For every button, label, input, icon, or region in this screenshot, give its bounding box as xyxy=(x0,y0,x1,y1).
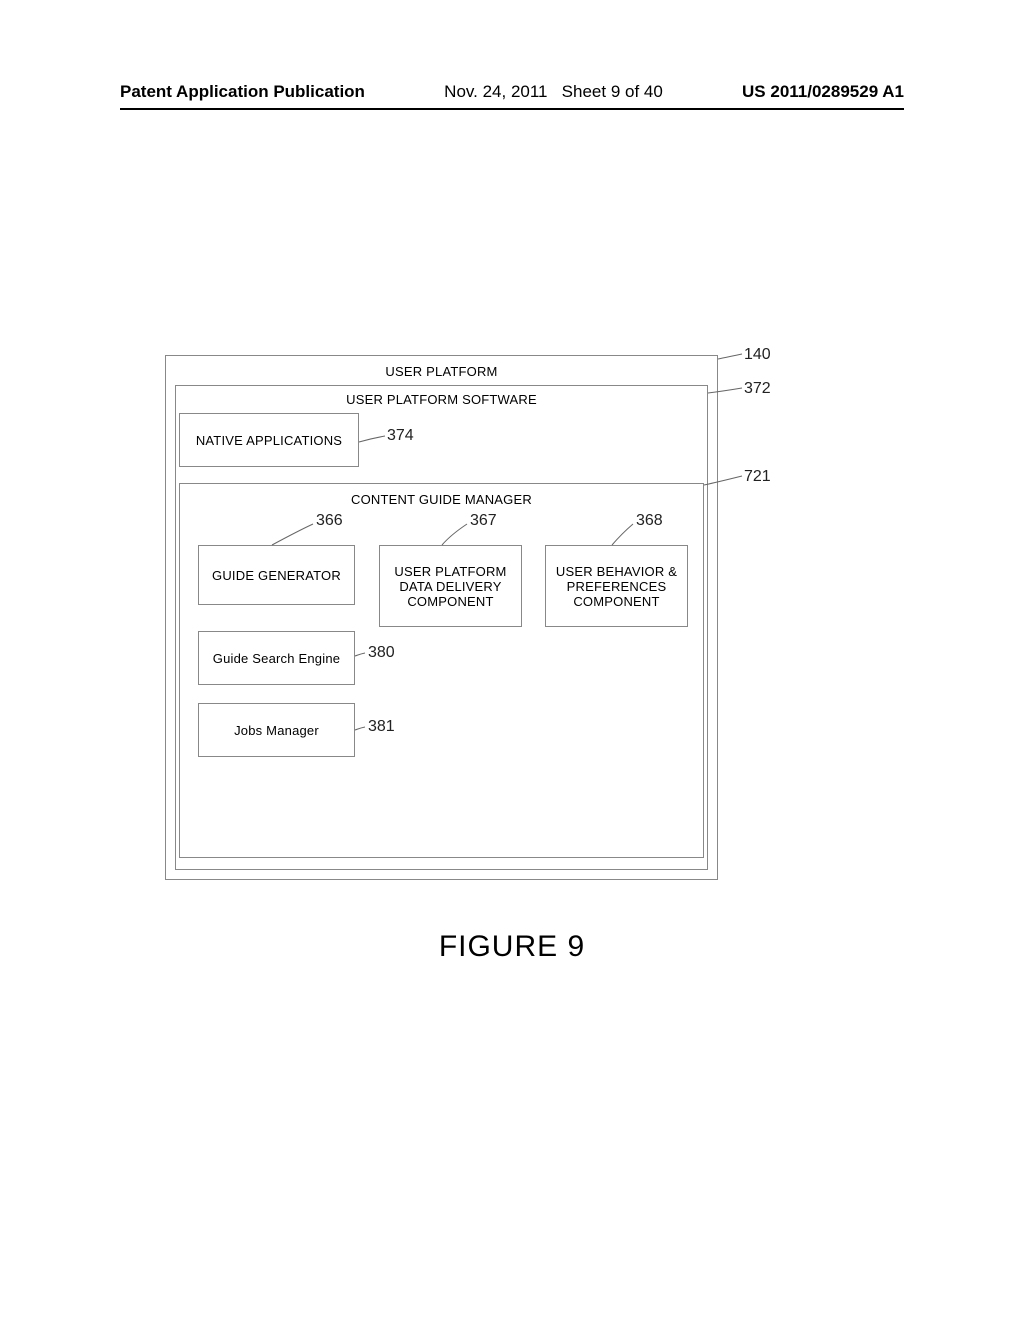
header-rule xyxy=(120,108,904,110)
box-user-platform-software-label: USER PLATFORM SOFTWARE xyxy=(176,386,707,407)
box-guide-generator: GUIDE GENERATOR xyxy=(198,545,355,605)
diagram: USER PLATFORM USER PLATFORM SOFTWARE NAT… xyxy=(165,355,718,880)
box-jobs-manager: Jobs Manager xyxy=(198,703,355,757)
header-publication-type: Patent Application Publication xyxy=(120,82,365,102)
box-user-behavior-preferences: USER BEHAVIOR & PREFERENCES COMPONENT xyxy=(545,545,688,627)
patent-page: Patent Application Publication Nov. 24, … xyxy=(0,0,1024,1320)
header-date: Nov. 24, 2011 xyxy=(444,82,547,101)
header-pub-number: US 2011/0289529 A1 xyxy=(742,82,904,102)
box-user-behavior-preferences-label: USER BEHAVIOR & PREFERENCES COMPONENT xyxy=(552,564,681,609)
ref-372: 372 xyxy=(744,380,771,398)
box-user-platform-label: USER PLATFORM xyxy=(166,356,717,379)
ref-721: 721 xyxy=(744,468,771,486)
header-sheet: Sheet 9 of 40 xyxy=(562,82,663,101)
box-native-applications-label: NATIVE APPLICATIONS xyxy=(196,433,342,448)
header-date-sheet: Nov. 24, 2011 Sheet 9 of 40 xyxy=(444,82,663,102)
figure-caption: FIGURE 9 xyxy=(0,930,1024,964)
ref-380: 380 xyxy=(368,644,395,662)
ref-381: 381 xyxy=(368,718,395,736)
ref-374: 374 xyxy=(387,427,414,445)
box-jobs-manager-label: Jobs Manager xyxy=(234,723,319,738)
ref-140: 140 xyxy=(744,346,771,364)
box-content-guide-manager-label: CONTENT GUIDE MANAGER xyxy=(180,484,703,507)
ref-368: 368 xyxy=(636,512,663,530)
ref-367: 367 xyxy=(470,512,497,530)
box-data-delivery-component: USER PLATFORM DATA DELIVERY COMPONENT xyxy=(379,545,522,627)
page-header: Patent Application Publication Nov. 24, … xyxy=(0,82,1024,110)
box-guide-generator-label: GUIDE GENERATOR xyxy=(212,568,341,583)
box-guide-search-engine-label: Guide Search Engine xyxy=(213,651,340,666)
box-native-applications: NATIVE APPLICATIONS xyxy=(179,413,359,467)
box-data-delivery-component-label: USER PLATFORM DATA DELIVERY COMPONENT xyxy=(386,564,515,609)
box-guide-search-engine: Guide Search Engine xyxy=(198,631,355,685)
ref-366: 366 xyxy=(316,512,343,530)
